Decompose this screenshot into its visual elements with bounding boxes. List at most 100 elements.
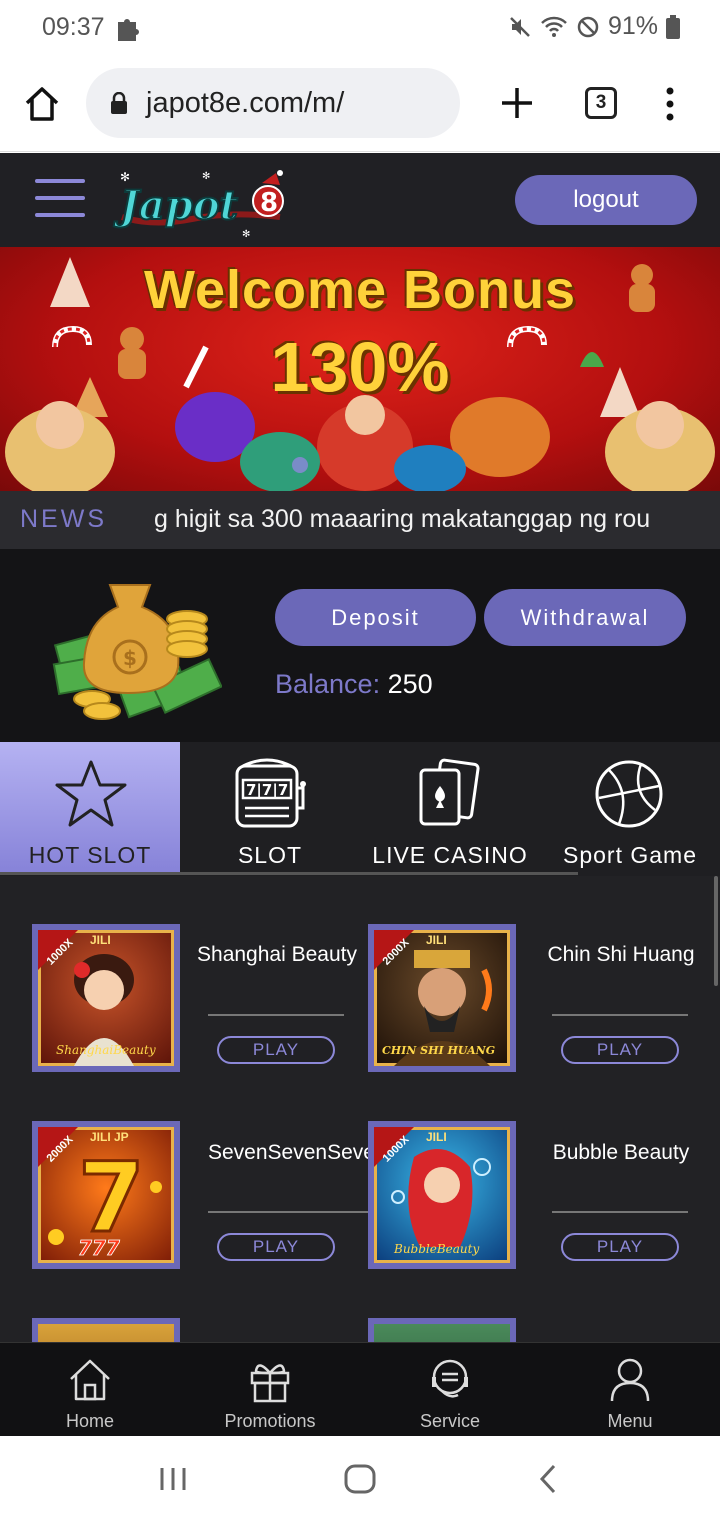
tab-switcher-button[interactable]: 3 <box>585 87 617 119</box>
status-icons: 91% <box>508 12 680 41</box>
deposit-button[interactable]: Deposit <box>275 589 476 646</box>
nav-promotions[interactable]: Promotions <box>180 1343 360 1437</box>
news-text: g higit sa 300 maaaring makatanggap ng r… <box>154 505 651 533</box>
divider <box>208 1211 368 1213</box>
wifi-icon <box>541 16 567 37</box>
nav-label: Promotions <box>224 1411 316 1431</box>
nav-label: Service <box>419 1411 481 1431</box>
status-bar: 09:37 91% <box>0 0 720 56</box>
site-header: Japot 8 ✻ ✻ ✻ logout <box>0 153 720 247</box>
lock-icon <box>111 92 127 114</box>
puzzle-icon <box>118 19 139 41</box>
tab-hot-slot[interactable]: HOT SLOT <box>0 742 180 874</box>
svg-text:✻: ✻ <box>242 229 250 239</box>
svg-text:JILI: JILI <box>426 1130 447 1144</box>
do-not-disturb-icon <box>577 16 599 37</box>
nav-menu[interactable]: Menu <box>540 1343 720 1437</box>
play-button[interactable]: PLAY <box>561 1036 679 1064</box>
tab-label: HOT SLOT <box>28 842 152 868</box>
basketball-icon <box>595 760 663 828</box>
banner-title: Welcome Bonus <box>143 260 577 320</box>
battery-icon <box>666 14 680 39</box>
svg-text:8: 8 <box>260 188 278 218</box>
tab-live-casino[interactable]: LIVE CASINO <box>360 742 540 874</box>
play-button[interactable]: PLAY <box>561 1233 679 1261</box>
svg-text:BubbleBeauty: BubbleBeauty <box>393 1242 479 1256</box>
svg-text:✻: ✻ <box>202 171 210 182</box>
tab-label: Sport Game <box>563 842 697 868</box>
divider <box>208 1014 344 1016</box>
home-button-icon[interactable] <box>344 1464 376 1494</box>
url-text: japot8e.com/m/ <box>146 86 345 119</box>
game-title: SevenSevenSeve <box>208 1141 368 1164</box>
browser-home-icon[interactable] <box>22 84 62 124</box>
game-title: Bubble Beauty <box>552 1141 690 1164</box>
tab-sport-game[interactable]: Sport Game <box>540 742 720 874</box>
nav-home[interactable]: Home <box>0 1343 180 1437</box>
tab-label: SLOT <box>237 842 303 868</box>
nav-label: Home <box>65 1411 114 1431</box>
back-icon[interactable] <box>538 1464 558 1494</box>
battery-percent: 91% <box>607 12 658 40</box>
mute-icon <box>510 16 530 37</box>
recent-apps-icon[interactable] <box>158 1466 188 1492</box>
svg-text:JILI: JILI <box>426 933 447 947</box>
game-title: Shanghai Beauty <box>197 943 357 966</box>
play-button[interactable]: PLAY <box>217 1233 335 1261</box>
home-icon <box>70 1359 110 1401</box>
news-label: NEWS <box>20 505 107 533</box>
tab-label: LIVE CASINO <box>372 842 528 868</box>
svg-text:Japot: Japot <box>113 182 238 229</box>
wallet-panel: $ Deposit Withdrawal Balance: 250 <box>0 549 720 742</box>
game-art-seven-seven-seven: 2000X JILI JP 7 777 <box>38 1127 174 1263</box>
game-thumbnail[interactable] <box>368 1318 516 1342</box>
chat-icon <box>432 1359 468 1398</box>
nav-label: Menu <box>607 1411 653 1431</box>
game-grid: 1000X JILI ShanghaiBeauty Shanghai Beaut… <box>0 876 720 1342</box>
status-time: 09:37 <box>42 13 105 41</box>
more-options-icon[interactable] <box>662 86 678 122</box>
svg-text:$: $ <box>123 646 137 670</box>
gift-icon <box>250 1364 290 1403</box>
tab-scroll-indicator <box>0 872 578 875</box>
game-art-chin-shi-huang: 2000X JILI CHIN SHI HUANG <box>374 930 510 1066</box>
news-ticker: NEWS g higit sa 300 maaaring makatanggap… <box>0 491 720 549</box>
game-thumbnail[interactable]: 2000X JILI JP 7 777 <box>32 1121 180 1269</box>
category-tabs: HOT SLOT 7|7|7 SLOT LIVE CASINO Sport Ga… <box>0 742 720 876</box>
star-icon <box>55 760 127 827</box>
game-thumbnail[interactable]: 1000X JILI ShanghaiBeauty <box>32 924 180 1072</box>
scrollbar[interactable] <box>714 876 718 986</box>
promo-banner[interactable]: Welcome Bonus 130% <box>0 247 720 491</box>
site-logo[interactable]: Japot 8 ✻ ✻ ✻ <box>112 167 288 239</box>
svg-text:ShanghaiBeauty: ShanghaiBeauty <box>56 1043 156 1057</box>
game-thumbnail[interactable]: 1000X JILI BubbleBeauty <box>368 1121 516 1269</box>
new-tab-icon[interactable] <box>498 84 536 122</box>
banner-percent: 130% <box>270 328 450 406</box>
system-navigation-bar <box>0 1436 720 1520</box>
play-button[interactable]: PLAY <box>217 1036 335 1064</box>
game-art-bubble-beauty: 1000X JILI BubbleBeauty <box>374 1127 510 1263</box>
browser-toolbar: japot8e.com/m/ 3 <box>0 56 720 152</box>
slot-machine-icon: 7|7|7 <box>235 758 306 828</box>
game-thumbnail[interactable]: 2000X JILI CHIN SHI HUANG <box>368 924 516 1072</box>
nav-service[interactable]: Service <box>360 1343 540 1437</box>
withdrawal-button[interactable]: Withdrawal <box>484 589 686 646</box>
bottom-navigation: Home Promotions Service Menu <box>0 1342 720 1436</box>
tab-slot[interactable]: 7|7|7 SLOT <box>180 742 360 874</box>
address-bar[interactable]: japot8e.com/m/ <box>86 68 460 138</box>
game-thumbnail[interactable] <box>32 1318 180 1342</box>
divider <box>552 1014 688 1016</box>
svg-text:7|7|7: 7|7|7 <box>246 781 288 800</box>
balance: Balance: 250 <box>275 669 433 700</box>
user-icon <box>610 1358 650 1402</box>
svg-text:✻: ✻ <box>120 170 130 184</box>
svg-text:CHIN SHI HUANG: CHIN SHI HUANG <box>382 1044 495 1057</box>
svg-text:JILI: JILI <box>90 933 111 947</box>
game-art-shanghai-beauty: 1000X JILI ShanghaiBeauty <box>38 930 174 1066</box>
playing-cards-icon <box>419 758 480 826</box>
balance-value: 250 <box>387 669 433 699</box>
hamburger-menu-icon[interactable] <box>35 179 85 221</box>
game-title: Chin Shi Huang <box>547 943 695 966</box>
divider <box>552 1211 688 1213</box>
logout-button[interactable]: logout <box>515 175 697 225</box>
